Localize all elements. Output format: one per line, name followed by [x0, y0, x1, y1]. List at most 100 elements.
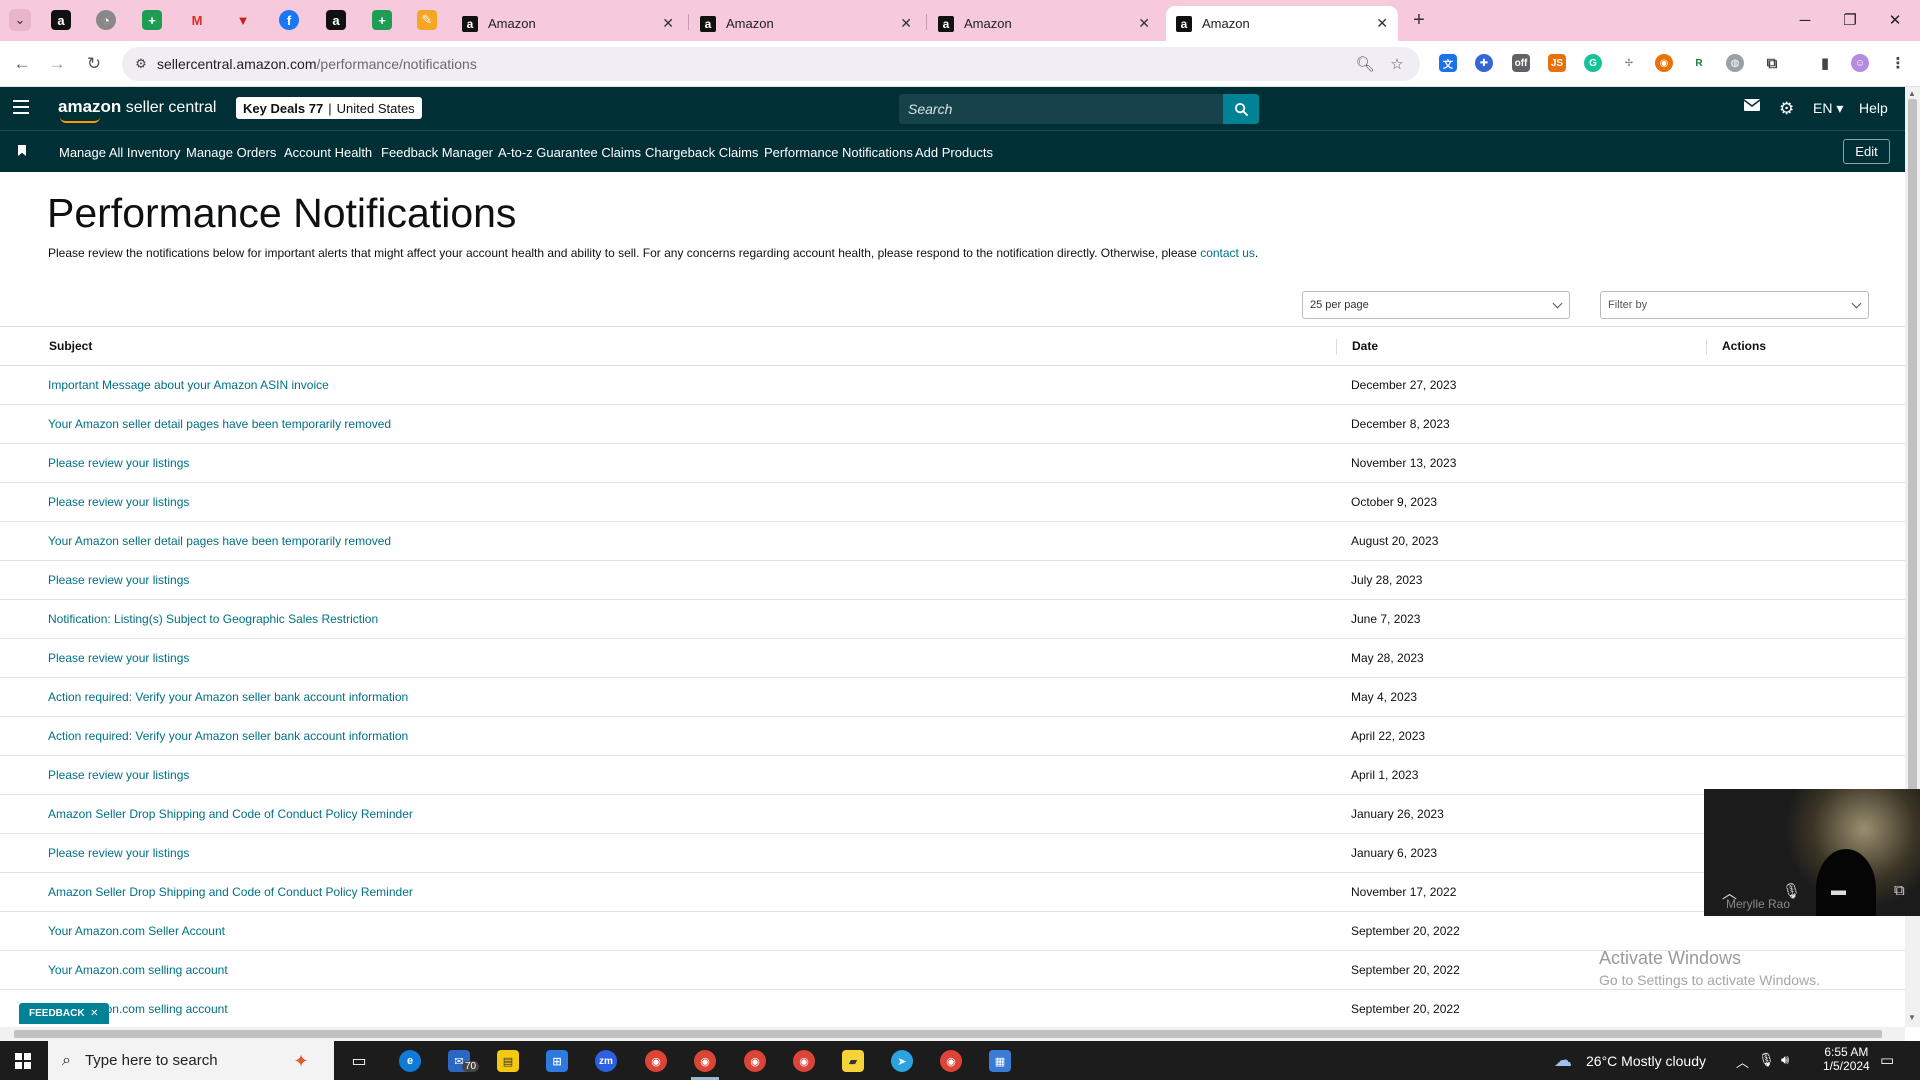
notification-subject-link[interactable]: Action required: Verify your Amazon sell… — [48, 690, 408, 704]
close-window-icon[interactable]: ✕ — [1880, 8, 1910, 32]
close-tab-icon[interactable]: ✕ — [900, 15, 912, 32]
extension-rs-icon[interactable]: R — [1690, 54, 1708, 72]
nav-add-products[interactable]: Add Products — [915, 145, 993, 160]
profile-avatar[interactable]: ☺ — [1851, 54, 1869, 72]
notification-subject-link[interactable]: Amazon Seller Drop Shipping and Code of … — [48, 807, 413, 821]
notification-subject-link[interactable]: Notification: Listing(s) Subject to Geog… — [48, 612, 378, 626]
url-text[interactable]: sellercentral.amazon.com/performance/not… — [157, 56, 477, 72]
chrome-icon[interactable]: ◉ — [645, 1050, 667, 1072]
weather-text[interactable]: 26°C Mostly cloudy — [1586, 1053, 1706, 1069]
tab-search-icon[interactable]: ⌄ — [9, 9, 31, 31]
scroll-down-icon[interactable]: ▼ — [1908, 1013, 1916, 1022]
horizontal-scrollbar[interactable] — [0, 1027, 1905, 1041]
extension-translate-icon[interactable]: 文 — [1439, 54, 1457, 72]
chrome-profile-4-icon[interactable]: ◉ — [940, 1050, 962, 1072]
chrome-profile-2-icon[interactable]: ◉ — [744, 1050, 766, 1072]
task-view-icon[interactable]: ▭ — [348, 1050, 370, 1072]
bookmark-icon[interactable] — [18, 145, 26, 156]
pinned-tab-amazon-icon[interactable]: a — [51, 10, 71, 30]
calculator-icon[interactable]: ▦ — [989, 1050, 1011, 1072]
browser-tab[interactable]: a Amazon ✕ — [452, 6, 684, 41]
file-explorer-icon[interactable]: ▤ — [497, 1050, 519, 1072]
help-link[interactable]: Help — [1859, 100, 1888, 116]
search-button[interactable] — [1223, 94, 1259, 124]
extension-grammarly-icon[interactable]: G — [1584, 54, 1602, 72]
extension-globe-icon[interactable]: ◍ — [1726, 54, 1744, 72]
scroll-up-icon[interactable]: ▲ — [1908, 89, 1916, 98]
pinned-tab-facebook-icon[interactable]: f — [279, 10, 299, 30]
language-selector[interactable]: EN ▾ — [1813, 100, 1843, 117]
notification-subject-link[interactable]: Please review your listings — [48, 651, 189, 665]
browser-tab[interactable]: a Amazon ✕ — [690, 6, 922, 41]
store-icon[interactable]: ⊞ — [546, 1050, 568, 1072]
camera-icon[interactable]: ▬ — [1831, 882, 1846, 899]
pinned-tab-amazon-icon-2[interactable]: a — [326, 10, 346, 30]
zoom-icon[interactable]: 🔍︎ — [1355, 55, 1374, 73]
scrollbar-thumb[interactable] — [1908, 99, 1917, 864]
side-panel-icon[interactable]: ▮ — [1816, 54, 1834, 72]
notification-subject-link[interactable]: Please review your listings — [48, 846, 189, 860]
nav-manage-all-inventory[interactable]: Manage All Inventory — [59, 145, 180, 160]
address-bar[interactable]: ⚙ sellercentral.amazon.com/performance/n… — [122, 47, 1420, 81]
reload-icon[interactable]: ↻ — [82, 52, 106, 76]
notification-subject-link[interactable]: Please review your listings — [48, 768, 189, 782]
windows-start-icon[interactable] — [15, 1053, 31, 1069]
new-tab-icon[interactable]: + — [1408, 9, 1430, 31]
notification-subject-link[interactable]: Action required: Verify your Amazon sell… — [48, 729, 408, 743]
notification-subject-link[interactable]: Amazon Seller Drop Shipping and Code of … — [48, 885, 413, 899]
seller-central-logo[interactable]: amazon seller central — [58, 97, 216, 123]
bookmark-star-icon[interactable]: ☆ — [1388, 55, 1406, 73]
column-header-subject[interactable]: Subject — [49, 339, 92, 353]
notification-subject-link[interactable]: Please review your listings — [48, 495, 189, 509]
volume-icon[interactable]: 🔊︎ — [1781, 1052, 1789, 1068]
pinned-tab-gmail-icon[interactable]: M — [187, 10, 207, 30]
hamburger-menu-icon[interactable] — [13, 100, 29, 116]
zoom-app-icon[interactable]: zm — [595, 1050, 617, 1072]
per-page-select[interactable]: 25 per page — [1302, 291, 1570, 319]
edit-bookmarks-button[interactable]: Edit — [1843, 139, 1890, 164]
close-tab-icon[interactable]: ✕ — [1138, 15, 1150, 32]
scrollbar-thumb[interactable] — [14, 1030, 1882, 1038]
notification-subject-link[interactable]: Please review your listings — [48, 573, 189, 587]
forward-icon[interactable]: → — [45, 52, 69, 76]
pinned-tab-pen-icon[interactable]: ✎ — [417, 10, 437, 30]
feedback-button[interactable]: FEEDBACK ✕ — [19, 1003, 109, 1024]
nav-performance-notifications[interactable]: Performance Notifications — [764, 145, 913, 160]
close-tab-icon[interactable]: ✕ — [1376, 15, 1388, 32]
site-info-icon[interactable]: ⚙ — [132, 55, 150, 73]
chrome-profile-3-icon[interactable]: ◉ — [793, 1050, 815, 1072]
nav-account-health[interactable]: Account Health — [284, 145, 372, 160]
chrome-profile-icon[interactable]: ◉ — [694, 1050, 716, 1072]
extension-off-icon[interactable]: off — [1512, 54, 1530, 72]
notification-subject-link[interactable]: Your Amazon.com selling account — [48, 963, 228, 977]
store-switcher[interactable]: Key Deals 77 | United States — [236, 97, 422, 119]
browser-tab-active[interactable]: a Amazon ✕ — [1166, 6, 1398, 41]
pinned-tab-sheets-icon-2[interactable]: + — [372, 10, 392, 30]
close-icon[interactable]: ✕ — [90, 1008, 98, 1019]
extensions-puzzle-icon[interactable]: ⧉ — [1763, 54, 1781, 72]
pinned-tab-todoist-icon[interactable]: ▼ — [233, 10, 253, 30]
extension-dropper-icon[interactable]: ✢ — [1620, 54, 1638, 72]
notification-subject-link[interactable]: Please review your listings — [48, 456, 189, 470]
restore-icon[interactable]: ❐ — [1835, 8, 1865, 32]
back-icon[interactable]: ← — [10, 52, 34, 76]
extension-color-icon[interactable]: ◉ — [1655, 54, 1673, 72]
telegram-icon[interactable]: ➤ — [891, 1050, 913, 1072]
filter-select[interactable]: Filter by — [1600, 291, 1869, 319]
column-header-date[interactable]: Date — [1352, 339, 1378, 353]
close-tab-icon[interactable]: ✕ — [662, 15, 674, 32]
browser-tab[interactable]: a Amazon ✕ — [928, 6, 1160, 41]
search-input[interactable] — [899, 94, 1223, 124]
notification-subject-link[interactable]: Your Amazon seller detail pages have bee… — [48, 417, 391, 431]
popout-icon[interactable]: ⧉ — [1894, 882, 1905, 899]
video-call-overlay[interactable]: ︿ 🎙︎ ▬ ⧉ Merylle Rao — [1704, 789, 1920, 916]
notification-subject-link[interactable]: Your Amazon seller detail pages have bee… — [48, 534, 391, 548]
nav-a-to-z-claims[interactable]: A-to-z Guarantee Claims — [498, 145, 641, 160]
nav-feedback-manager[interactable]: Feedback Manager — [381, 145, 493, 160]
notification-subject-link[interactable]: Your Amazon.com Seller Account — [48, 924, 225, 938]
pinned-tab-sheets-icon[interactable]: + — [142, 10, 162, 30]
edge-icon[interactable]: e — [399, 1050, 421, 1072]
contact-us-link[interactable]: contact us — [1200, 246, 1255, 260]
mail-icon[interactable] — [1744, 99, 1760, 111]
extension-js-icon[interactable]: JS — [1548, 54, 1566, 72]
